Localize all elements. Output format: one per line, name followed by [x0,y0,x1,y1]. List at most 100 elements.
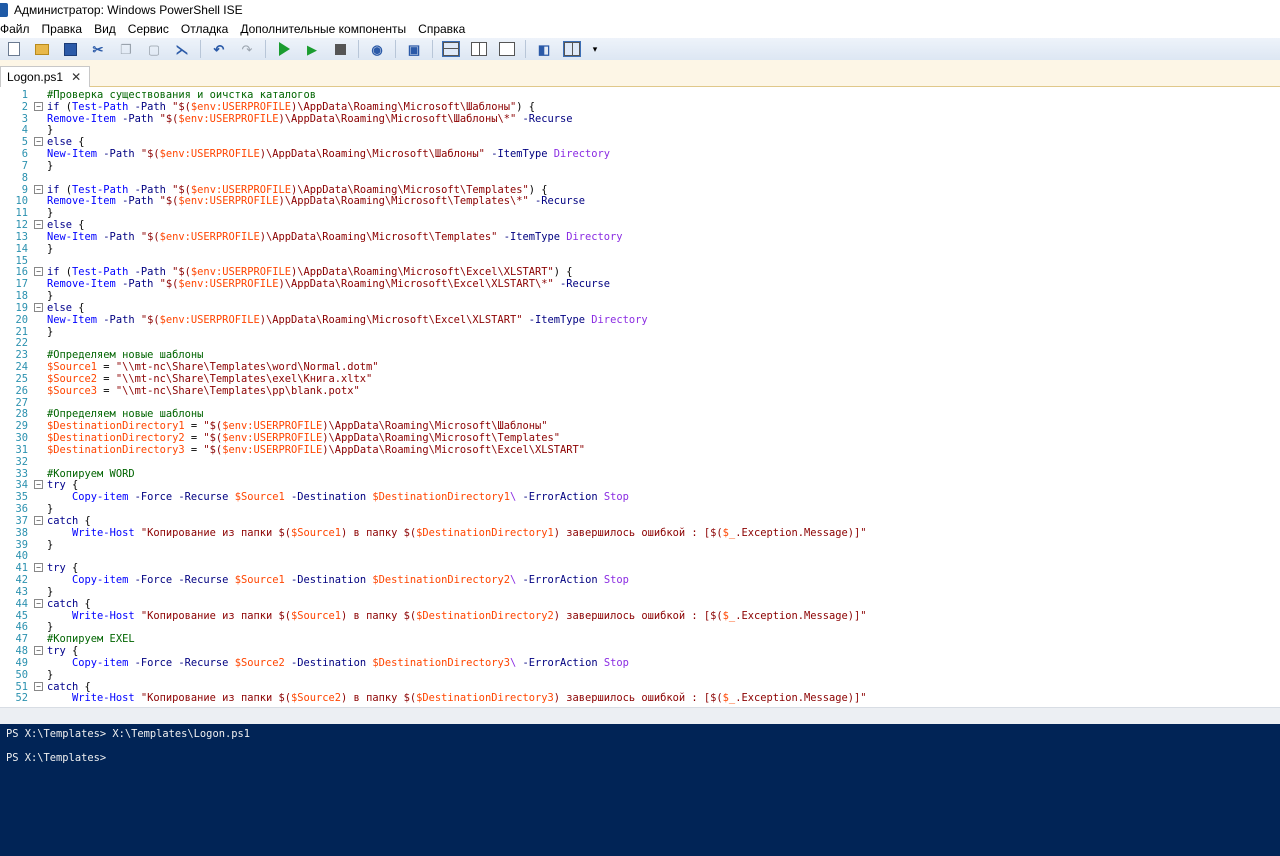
code-line[interactable]: 16− if (Test-Path -Path "$($env:USERPROFI… [0,266,1280,278]
code-token: )\AppData\Roaming\Microsoft\Excel\XLSTAR… [322,443,586,456]
fold-toggle-icon[interactable]: − [34,480,43,490]
code-line[interactable]: 32 [0,456,1280,468]
stop-icon[interactable] [331,40,349,58]
code-line[interactable]: 26 $Source3 = "\\mt-nc\Share\Templates\pp… [0,385,1280,397]
script-pane-maximized-icon[interactable] [498,40,516,58]
tab-logon-ps1[interactable]: Logon.ps1 ✕ [0,66,91,87]
menu-addons[interactable]: Дополнительные компоненты [240,22,412,36]
code-line[interactable]: 31 $DestinationDirectory3 = "$($env:USERP… [0,444,1280,456]
menu-help[interactable]: Справка [418,22,471,36]
code-token: -Path [115,195,160,208]
code-line[interactable]: 35 Copy-item -Force -Recurse $Source1 -D… [0,491,1280,503]
code-line[interactable]: 9− if (Test-Path -Path "$($env:USERPROFIL… [0,184,1280,196]
code-line[interactable]: 13 New-Item -Path "$($env:USERPROFILE)\Ap… [0,231,1280,243]
script-pane-right-icon[interactable] [470,40,488,58]
code-line[interactable]: 12− else { [0,219,1280,231]
code-line[interactable]: 8 [0,172,1280,184]
code-line[interactable]: 46} [0,621,1280,633]
code-line[interactable]: 38 Write-Host "Копирование из папки $($S… [0,527,1280,539]
code-line[interactable]: 20 New-Item -Path "$($env:USERPROFILE)\Ap… [0,314,1280,326]
code-line[interactable]: 4} [0,124,1280,136]
undo-icon[interactable]: ↶ [210,40,228,58]
code-line[interactable]: 29 $DestinationDirectory1 = "$($env:USERP… [0,420,1280,432]
fold-toggle-icon[interactable]: − [34,515,43,525]
code-line[interactable]: 21} [0,326,1280,338]
code-line[interactable]: 39} [0,539,1280,551]
code-line[interactable]: 50} [0,669,1280,681]
fold-toggle-icon[interactable]: − [34,681,43,691]
open-file-icon[interactable] [33,40,51,58]
code-line[interactable]: 18} [0,290,1280,302]
code-line[interactable]: 36} [0,503,1280,515]
fold-toggle-icon[interactable]: − [34,563,43,573]
start-powershell-icon[interactable]: ▣ [405,40,423,58]
code-line[interactable]: 37− catch { [0,515,1280,527]
menu-view[interactable]: Вид [94,22,122,36]
code-line[interactable]: 6 New-Item -Path "$($env:USERPROFILE)\App… [0,148,1280,160]
run-script-icon[interactable] [275,40,293,58]
menu-tools[interactable]: Сервис [128,22,175,36]
code-line[interactable]: 33 #Копируем WORD [0,468,1280,480]
fold-toggle-icon[interactable]: − [34,646,43,655]
code-line[interactable]: 25 $Source2 = "\\mt-nc\Share\Templates\ex… [0,373,1280,385]
code-line[interactable]: 45 Write-Host "Копирование из папки $($S… [0,610,1280,622]
show-commands-icon[interactable]: ◧ [535,40,553,58]
code-line[interactable]: 34− try { [0,479,1280,491]
code-line[interactable]: 2− if (Test-Path -Path "$($env:USERPROFIL… [0,101,1280,113]
code-line[interactable]: 10 Remove-Item -Path "$($env:USERPROFILE)… [0,195,1280,207]
clear-console-icon[interactable]: ⋋ [173,40,191,58]
new-file-icon[interactable] [5,40,23,58]
paste-icon[interactable]: ▢ [145,40,163,58]
code-line[interactable]: 41− try { [0,562,1280,574]
new-remote-tab-icon[interactable]: ◉ [368,40,386,58]
code-line[interactable]: 47 #Копируем EXEL [0,633,1280,645]
fold-toggle-icon[interactable]: − [34,598,43,608]
code-line[interactable]: 23 #Определяем новые шаблоны [0,349,1280,361]
save-icon[interactable] [61,40,79,58]
code-token: -Force -Recurse [128,656,235,669]
code-line[interactable]: 7} [0,160,1280,172]
copy-icon[interactable]: ❐ [117,40,135,58]
code-line[interactable]: 28 #Определяем новые шаблоны [0,408,1280,420]
code-line[interactable]: 27 [0,397,1280,409]
menu-file[interactable]: Файл [0,22,36,36]
fold-toggle-icon[interactable]: − [34,137,43,147]
code-line[interactable]: 19− else { [0,302,1280,314]
code-line[interactable]: 5− else { [0,136,1280,148]
fold-toggle-icon[interactable]: − [34,302,43,312]
code-line[interactable]: 14} [0,243,1280,255]
console-pane[interactable]: PS X:\Templates> X:\Templates\Logon.ps1 P… [0,724,1280,856]
fold-toggle-icon[interactable]: − [34,101,43,111]
script-pane-top-icon[interactable] [442,40,460,58]
code-token: Stop [603,656,629,669]
code-line[interactable]: 43} [0,586,1280,598]
code-line[interactable]: 3 Remove-Item -Path "$($env:USERPROFILE)\… [0,113,1280,125]
script-editor[interactable]: 1 #Проверка существования и оичстка катал… [0,87,1280,707]
code-line[interactable]: 48− try { [0,645,1280,657]
fold-toggle-icon[interactable]: − [34,220,43,230]
fold-toggle-icon[interactable]: − [34,267,43,277]
code-line[interactable]: 49 Copy-item -Force -Recurse $Source2 -D… [0,657,1280,669]
redo-icon[interactable]: ↷ [238,40,256,58]
code-line[interactable]: 15 [0,255,1280,267]
code-line[interactable]: 51− catch { [0,681,1280,693]
overflow-icon[interactable]: ▾ [591,40,599,58]
line-number: 43 [15,585,28,598]
code-line[interactable]: 24 $Source1 = "\\mt-nc\Share\Templates\wo… [0,361,1280,373]
fold-toggle-icon[interactable]: − [34,184,43,194]
code-line[interactable]: 30 $DestinationDirectory2 = "$($env:USERP… [0,432,1280,444]
code-line[interactable]: 17 Remove-Item -Path "$($env:USERPROFILE)… [0,278,1280,290]
code-line[interactable]: 11} [0,207,1280,219]
code-line[interactable]: 22 [0,337,1280,349]
menu-edit[interactable]: Правка [42,22,89,36]
run-selection-icon[interactable]: ▶ [303,40,321,58]
code-line[interactable]: 40 [0,550,1280,562]
code-line[interactable]: 44− catch { [0,598,1280,610]
close-icon[interactable]: ✕ [71,70,81,84]
code-line[interactable]: 1 #Проверка существования и оичстка катал… [0,89,1280,101]
code-line[interactable]: 52 Write-Host "Копирование из папки $($S… [0,692,1280,704]
show-addon-icon[interactable] [563,40,581,58]
menu-debug[interactable]: Отладка [181,22,234,36]
code-line[interactable]: 42 Copy-item -Force -Recurse $Source1 -D… [0,574,1280,586]
cut-icon[interactable]: ✂ [89,40,107,58]
